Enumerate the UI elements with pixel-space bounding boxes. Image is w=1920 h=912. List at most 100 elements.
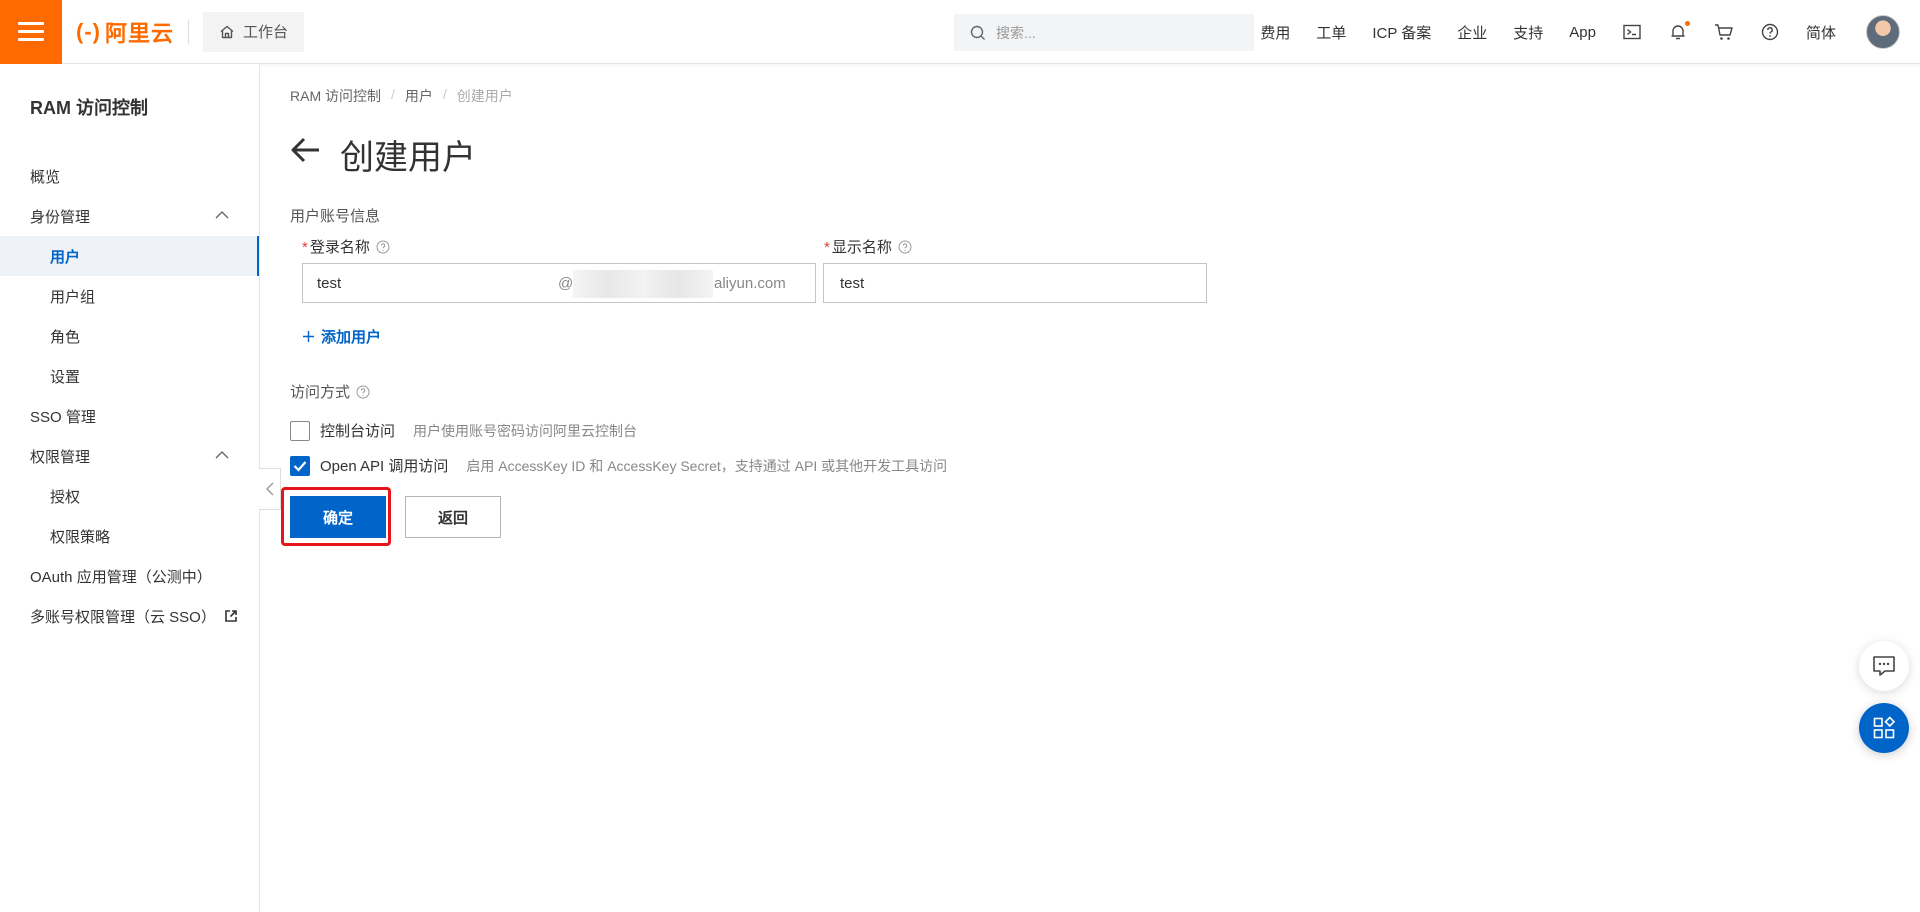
sidebar-item-settings[interactable]: 设置 — [0, 356, 259, 396]
aliyun-logo-icon: (-) — [76, 18, 101, 44]
sidebar-item-label: 用户 — [50, 248, 81, 266]
sidebar-item-label: SSO 管理 — [30, 408, 96, 426]
display-name-field[interactable] — [823, 263, 1207, 303]
sidebar-item-users[interactable]: 用户 — [0, 236, 259, 276]
sidebar-title: RAM 访问控制 — [30, 98, 148, 118]
chat-float-button[interactable] — [1859, 641, 1909, 691]
apps-float-button[interactable] — [1859, 703, 1909, 753]
sidebar: RAM 访问控制 概览 身份管理 用户 用户组 角色 设置 SSO 管理 权限管… — [0, 64, 260, 912]
sidebar-item-policies[interactable]: 权限策略 — [0, 516, 259, 556]
api-access-description: 启用 AccessKey ID 和 AccessKey Secret，支持通过 … — [466, 457, 948, 474]
chevron-up-icon — [215, 451, 229, 459]
add-user-label: 添加用户 — [321, 329, 382, 346]
sidebar-item-overview[interactable]: 概览 — [0, 156, 259, 196]
bell-icon[interactable] — [1668, 21, 1690, 42]
apps-grid-icon — [1873, 716, 1896, 739]
workbench-label: 工作台 — [243, 24, 289, 41]
sidebar-item-user-groups[interactable]: 用户组 — [0, 276, 259, 316]
sidebar-item-roles[interactable]: 角色 — [0, 316, 259, 356]
sidebar-item-grants[interactable]: 授权 — [0, 476, 259, 516]
divider — [188, 19, 189, 44]
console-access-option: 控制台访问 用户使用账号密码访问阿里云控制台 — [290, 420, 637, 441]
external-link-icon — [225, 610, 237, 622]
confirm-button[interactable]: 确定 — [290, 496, 386, 538]
login-name-field[interactable]: @ aliyun.com — [302, 263, 816, 303]
sidebar-item-label: 角色 — [50, 328, 81, 346]
breadcrumb-current: 创建用户 — [456, 88, 513, 104]
required-marker: * — [824, 239, 830, 256]
access-method-label-text: 访问方式 — [290, 384, 351, 401]
sidebar-item-label: 概览 — [30, 168, 61, 186]
console-access-checkbox[interactable] — [290, 420, 310, 441]
hamburger-menu-button[interactable] — [0, 0, 62, 64]
display-name-label: * 显示名称 — [824, 236, 912, 257]
sidebar-group-identity[interactable]: 身份管理 — [0, 196, 259, 236]
workbench-button[interactable]: 工作台 — [203, 11, 305, 52]
api-access-label[interactable]: Open API 调用访问 — [320, 455, 448, 476]
checkmark-icon — [293, 460, 307, 472]
cart-icon[interactable] — [1714, 22, 1734, 42]
api-access-checkbox[interactable] — [290, 455, 310, 476]
back-arrow-icon[interactable] — [290, 136, 322, 164]
help-icon[interactable] — [898, 240, 912, 254]
api-access-option: Open API 调用访问 启用 AccessKey ID 和 AccessKe… — [290, 455, 947, 476]
login-name-label: * 登录名称 — [302, 236, 390, 257]
sidebar-item-label: 身份管理 — [30, 208, 91, 226]
required-marker: * — [302, 239, 308, 256]
section-label-account-info: 用户账号信息 — [290, 208, 381, 225]
display-name-label-text: 显示名称 — [831, 239, 892, 256]
breadcrumb: RAM 访问控制 / 用户 / 创建用户 — [290, 86, 513, 106]
chat-icon — [1873, 656, 1895, 676]
sidebar-item-cloud-sso[interactable]: 多账号权限管理（云 SSO） — [0, 596, 259, 636]
help-icon[interactable] — [376, 240, 390, 254]
login-name-label-text: 登录名称 — [309, 239, 370, 256]
sidebar-item-sso[interactable]: SSO 管理 — [0, 396, 259, 436]
nav-link-icp[interactable]: ICP 备案 — [1372, 22, 1431, 43]
breadcrumb-separator: / — [442, 86, 447, 102]
breadcrumb-ram[interactable]: RAM 访问控制 — [290, 86, 381, 106]
sidebar-item-label: 多账号权限管理（云 SSO） — [30, 608, 216, 626]
nav-link-enterprise[interactable]: 企业 — [1457, 22, 1487, 43]
language-switch[interactable]: 简体 — [1806, 22, 1836, 43]
sidebar-group-permissions[interactable]: 权限管理 — [0, 436, 259, 476]
nav-link-support[interactable]: 支持 — [1513, 22, 1543, 43]
redacted-account-id — [573, 270, 713, 298]
add-user-button[interactable]: 添加用户 — [302, 326, 381, 347]
sidebar-item-oauth[interactable]: OAuth 应用管理（公测中） — [0, 556, 259, 596]
terminal-icon[interactable] — [1622, 22, 1642, 42]
access-method-label: 访问方式 — [290, 381, 370, 402]
breadcrumb-separator: / — [391, 86, 395, 102]
domain-at-sign: @ — [558, 275, 574, 292]
breadcrumb-users[interactable]: 用户 — [405, 86, 433, 106]
console-access-label[interactable]: 控制台访问 — [320, 420, 395, 441]
top-navigation-bar: (-) 阿里云 工作台 费用 工单 ICP 备案 企业 支持 App — [0, 0, 1920, 64]
aliyun-logo[interactable]: (-) 阿里云 — [76, 0, 174, 64]
console-access-description: 用户使用账号密码访问阿里云控制台 — [413, 422, 638, 439]
user-avatar[interactable] — [1866, 15, 1900, 49]
help-icon[interactable] — [356, 385, 370, 399]
search-input[interactable] — [996, 24, 1236, 41]
nav-link-billing[interactable]: 费用 — [1260, 22, 1290, 43]
sidebar-item-label: OAuth 应用管理（公测中） — [30, 568, 212, 586]
sidebar-item-label: 权限策略 — [50, 528, 111, 546]
nav-link-app[interactable]: App — [1569, 24, 1596, 41]
nav-link-tickets[interactable]: 工单 — [1316, 22, 1346, 43]
sidebar-item-label: 设置 — [50, 368, 81, 386]
back-button[interactable]: 返回 — [405, 496, 501, 538]
plus-icon — [303, 331, 314, 342]
search-box[interactable] — [954, 14, 1254, 51]
sidebar-item-label: 权限管理 — [30, 448, 91, 466]
logo-text: 阿里云 — [104, 20, 174, 46]
sidebar-item-label: 授权 — [50, 488, 81, 506]
menu-icon — [18, 21, 44, 42]
page-title: 创建用户 — [340, 139, 476, 177]
display-name-input[interactable] — [824, 264, 1194, 302]
sidebar-item-label: 用户组 — [50, 288, 96, 306]
domain-suffix: aliyun.com — [714, 275, 786, 292]
login-name-input[interactable] — [303, 264, 543, 302]
sidebar-collapse-handle[interactable] — [259, 468, 281, 510]
notification-dot — [1684, 21, 1690, 26]
home-icon — [220, 25, 234, 38]
help-circle-icon[interactable] — [1760, 22, 1780, 42]
chevron-up-icon — [215, 211, 229, 219]
